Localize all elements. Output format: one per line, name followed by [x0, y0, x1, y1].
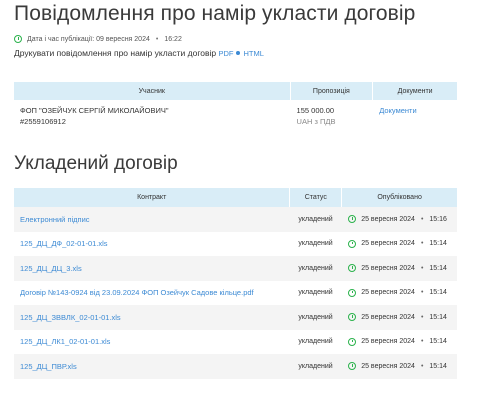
published-time: 15:14	[429, 289, 447, 297]
documents-link[interactable]: Документи	[379, 106, 416, 115]
notice-title: Повідомлення про намір укласти договір	[14, 2, 416, 25]
bullet-separator: •	[420, 240, 424, 248]
published-date: 25 вересня 2024	[361, 338, 415, 346]
column-header-documents: Документи	[373, 82, 457, 100]
column-header-participant: Учасник	[14, 82, 291, 100]
contract-file-link[interactable]: 125_ДЦ_ПВР.xls	[20, 362, 77, 371]
contract-file-cell: 125_ДЦ_ЛК1_02-01-01.xls	[14, 330, 290, 355]
contract-row: 125_ДЦ_ЛК1_02-01-01.xls укладений 25 вер…	[14, 330, 457, 355]
column-header-offer: Пропозиція	[290, 82, 374, 100]
contract-status: укладений	[298, 338, 333, 346]
contract-file-link[interactable]: 125_ДЦ_ДФ_02-01-01.xls	[20, 239, 108, 248]
contract-file-cell: 125_ДЦ_ДФ_02-01-01.xls	[14, 232, 290, 257]
published-time: 15:16	[429, 215, 447, 223]
print-label: Друкувати повідомлення про намір укласти…	[14, 48, 217, 58]
contract-status: укладений	[290, 354, 343, 379]
clock-icon	[348, 288, 357, 297]
contract-status: укладений	[298, 289, 333, 297]
published-cell: 25 вересня 2024 • 15:16	[342, 207, 457, 232]
clock-icon	[348, 264, 357, 273]
contract-row: 125_ДЦ_ДФ_02-01-01.xls укладений 25 вере…	[14, 232, 457, 257]
published-date: 25 вересня 2024	[361, 313, 415, 321]
contract-file-cell: Електронний підпис	[14, 207, 291, 232]
clock-icon	[348, 313, 357, 322]
documents-cell: Документи	[373, 100, 457, 138]
participant-code: #2559106912	[20, 117, 66, 126]
published-cell: 25 вересня 2024 • 15:14	[342, 354, 457, 379]
column-header-status: Статус	[290, 188, 343, 207]
contract-row: 125_ДЦ_ДЦ_3.xls укладений 25 вересня 202…	[14, 256, 457, 281]
clock-icon	[348, 337, 357, 346]
contract-row: 125_ДЦ_ПВР.xls укладений 25 вересня 2024…	[14, 354, 457, 379]
contract-header-row: Контракт Статус Опубліковано	[14, 188, 457, 207]
column-header-published: Опубліковано	[342, 188, 457, 207]
participant-name: ФОП "ОЗЕЙЧУК СЕРГІЙ МИКОЛАЙОВИЧ"	[20, 106, 169, 115]
participants-table: Учасник Пропозиція Документи ФОП "ОЗЕЙЧУ…	[14, 82, 457, 138]
published-time: 15:14	[429, 264, 447, 272]
bullet-separator: •	[420, 362, 424, 370]
contract-file-cell: 125_ДЦ_ЗВВЛК_02-01-01.xls	[14, 305, 291, 330]
contract-file-link[interactable]: 125_ДЦ_ЗВВЛК_02-01-01.xls	[20, 313, 121, 322]
clock-icon	[348, 215, 357, 224]
contract-status: укладений	[298, 240, 333, 248]
print-notice-line: Друкувати повідомлення про намір укласти…	[14, 48, 264, 58]
contract-file-link[interactable]: Договір №143-0924 від 23.09.2024 ФОП Озе…	[20, 288, 254, 297]
publication-date: Дата і час публікації: 09 вересня 2024	[27, 35, 150, 43]
contract-table: Контракт Статус Опубліковано Електронний…	[14, 188, 457, 379]
bullet-separator: •	[420, 313, 424, 321]
contract-row: 125_ДЦ_ЗВВЛК_02-01-01.xls укладений 25 в…	[14, 305, 457, 330]
contract-file-cell: 125_ДЦ_ПВР.xls	[14, 354, 291, 379]
contract-file-cell: Договір №143-0924 від 23.09.2024 ФОП Озе…	[14, 281, 290, 306]
print-html-link[interactable]: HTML	[243, 49, 263, 58]
published-time: 15:14	[429, 362, 447, 370]
print-pdf-link[interactable]: PDF	[218, 49, 233, 58]
bullet-separator: •	[420, 338, 424, 346]
clock-icon	[348, 239, 357, 248]
published-cell: 25 вересня 2024 • 15:14	[342, 305, 457, 330]
published-time: 15:14	[429, 338, 447, 346]
published-cell: 25 вересня 2024 • 15:14	[342, 281, 457, 306]
contract-status: укладений	[290, 256, 343, 281]
published-time: 15:14	[429, 240, 447, 248]
contract-file-link[interactable]: 125_ДЦ_ДЦ_3.xls	[20, 264, 82, 273]
published-cell: 25 вересня 2024 • 15:14	[342, 330, 457, 355]
published-date: 25 вересня 2024	[361, 240, 415, 248]
offer-amount: 155 000.00	[296, 106, 335, 115]
clock-icon	[14, 35, 22, 43]
contract-row: Електронний підпис укладений 25 вересня …	[14, 207, 457, 232]
published-date: 25 вересня 2024	[361, 289, 415, 297]
published-time: 15:14	[429, 313, 447, 321]
contract-row: Договір №143-0924 від 23.09.2024 ФОП Озе…	[14, 281, 457, 306]
participants-header-row: Учасник Пропозиція Документи	[14, 82, 457, 100]
bullet-separator: •	[420, 215, 424, 223]
offer-currency: UAH з ПДВ	[296, 117, 336, 126]
contract-file-cell: 125_ДЦ_ДЦ_3.xls	[14, 256, 291, 281]
contract-status: укладений	[290, 207, 343, 232]
bullet-separator: •	[155, 35, 159, 43]
participant-row: ФОП "ОЗЕЙЧУК СЕРГІЙ МИКОЛАЙОВИЧ" #255910…	[14, 100, 457, 138]
publication-time: 16:22	[164, 35, 182, 43]
dot-separator-icon	[236, 51, 241, 56]
published-cell: 25 вересня 2024 • 15:14	[342, 232, 457, 257]
published-cell: 25 вересня 2024 • 15:14	[342, 256, 457, 281]
bullet-separator: •	[420, 289, 424, 297]
contract-section-title: Укладений договір	[14, 153, 178, 174]
contract-status: укладений	[290, 305, 343, 330]
clock-icon	[348, 362, 357, 371]
participant-cell: ФОП "ОЗЕЙЧУК СЕРГІЙ МИКОЛАЙОВИЧ" #255910…	[14, 100, 291, 138]
contract-file-link[interactable]: 125_ДЦ_ЛК1_02-01-01.xls	[20, 337, 110, 346]
published-date: 25 вересня 2024	[361, 264, 415, 272]
bullet-separator: •	[420, 264, 424, 272]
offer-cell: 155 000.00 UAH з ПДВ	[291, 100, 374, 138]
contract-file-link[interactable]: Електронний підпис	[20, 215, 90, 224]
publication-info: Дата і час публікації: 09 вересня 2024 •…	[14, 35, 182, 43]
published-date: 25 вересня 2024	[361, 215, 415, 223]
column-header-contract: Контракт	[14, 188, 291, 207]
published-date: 25 вересня 2024	[361, 362, 415, 370]
